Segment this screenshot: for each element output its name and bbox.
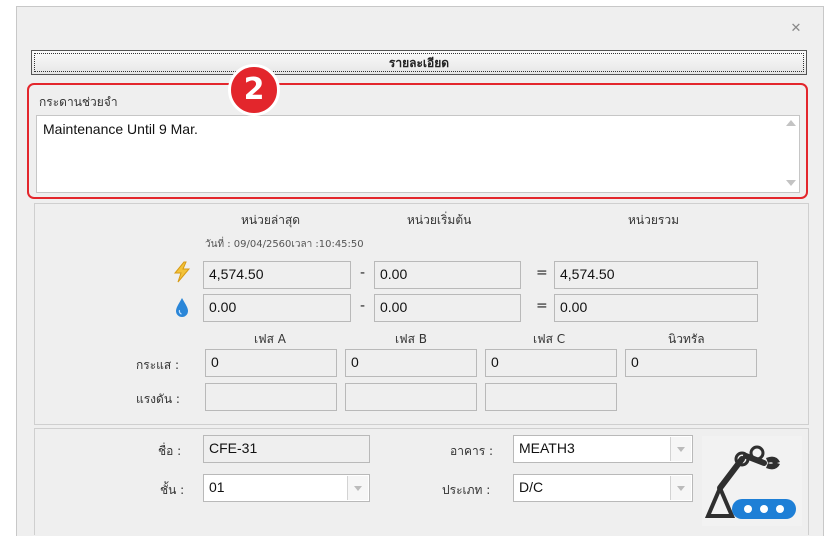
floor-dropdown[interactable]: 01 [203, 474, 370, 502]
electric-latest-field[interactable]: 4,574.50 [203, 261, 351, 289]
water-total-field[interactable]: 0.00 [554, 294, 758, 322]
phase-a-header: เฟส A [254, 332, 286, 346]
current-phase-c-field[interactable]: 0 [485, 349, 617, 377]
water-minus-sign: - [360, 298, 366, 314]
robot-conveyor-icon [702, 436, 802, 526]
floor-label: ชั้น : [160, 483, 185, 497]
memo-scrollbar[interactable] [783, 116, 799, 192]
voltage-phase-a-field[interactable] [205, 383, 337, 411]
memo-textarea[interactable]: Maintenance Until 9 Mar. [36, 115, 800, 193]
col-total-header: หน่วยรวม [628, 213, 679, 227]
electric-minus-sign: - [360, 265, 366, 281]
water-drop-icon [176, 298, 188, 317]
close-icon[interactable]: ✕ [789, 22, 803, 36]
electric-start-field[interactable]: 0.00 [374, 261, 521, 289]
electric-equals-sign: = [536, 265, 548, 281]
reading-timestamp: วันที่ : 09/04/2560เวลา :10:45:50 [205, 239, 364, 250]
phase-b-header: เฟส B [395, 332, 427, 346]
details-header-title: รายละเอียด [34, 53, 804, 72]
lightning-icon [173, 261, 191, 283]
current-neutral-field[interactable]: 0 [625, 349, 757, 377]
chevron-down-icon[interactable] [347, 476, 368, 500]
current-phase-b-field[interactable]: 0 [345, 349, 477, 377]
memo-text: Maintenance Until 9 Mar. [43, 121, 198, 137]
water-latest-field[interactable]: 0.00 [203, 294, 351, 322]
neutral-header: นิวทรัล [668, 332, 705, 346]
col-start-header: หน่วยเริ่มต้น [407, 213, 472, 227]
name-field[interactable]: CFE-31 [203, 435, 370, 463]
voltage-label: แรงดัน : [136, 392, 180, 406]
type-label: ประเภท : [442, 483, 491, 497]
scroll-down-icon[interactable] [786, 180, 796, 186]
chevron-down-icon[interactable] [670, 437, 691, 461]
type-dropdown[interactable]: D/C [513, 474, 693, 502]
building-label: อาคาร : [450, 444, 494, 458]
type-value: D/C [519, 479, 544, 495]
voltage-phase-b-field[interactable] [345, 383, 477, 411]
floor-value: 01 [209, 479, 225, 495]
water-equals-sign: = [536, 298, 548, 314]
water-start-field[interactable]: 0.00 [374, 294, 521, 322]
phase-c-header: เฟส C [533, 332, 566, 346]
current-phase-a-field[interactable]: 0 [205, 349, 337, 377]
building-dropdown[interactable]: MEATH3 [513, 435, 693, 463]
chevron-down-icon[interactable] [670, 476, 691, 500]
memo-panel: กระดานช่วยจำ Maintenance Until 9 Mar. [27, 83, 808, 199]
scroll-up-icon[interactable] [786, 120, 796, 126]
electric-total-field[interactable]: 4,574.50 [554, 261, 758, 289]
building-value: MEATH3 [519, 440, 575, 456]
step-badge: 2 [228, 64, 280, 116]
current-label: กระแส : [136, 358, 180, 372]
col-latest-header: หน่วยล่าสุด [241, 213, 301, 227]
name-label: ชื่อ : [158, 444, 182, 458]
details-header-bar: รายละเอียด [31, 50, 807, 75]
voltage-phase-c-field[interactable] [485, 383, 617, 411]
memo-label: กระดานช่วยจำ [39, 95, 118, 109]
